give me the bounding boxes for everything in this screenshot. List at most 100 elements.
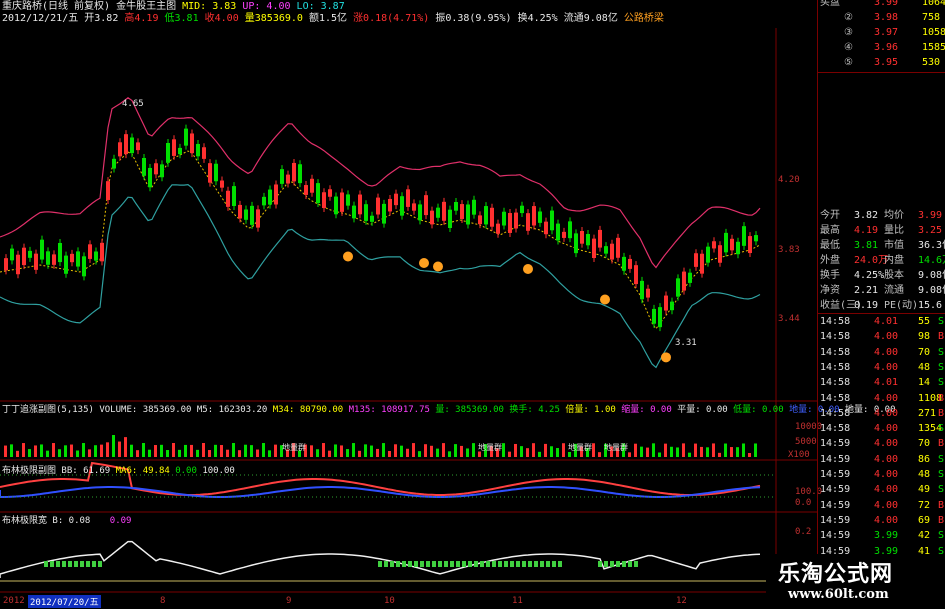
bb-panel-header: 布林极限副图 BB: 61.69 MA6: 49.84 0.00 100.00 (2, 465, 235, 477)
candle-body (100, 242, 104, 262)
tick-volume: 69 (918, 514, 931, 526)
tick-row[interactable]: 14:58 4.01 55 S (818, 314, 945, 329)
order-book-row[interactable]: ⑤ 3.95 530 (818, 55, 945, 70)
bandwidth-signal-mark (414, 561, 418, 567)
candle-body (388, 198, 392, 212)
candle-body (280, 169, 284, 184)
volume-panel-title[interactable]: 丁丁追涨副图(5,135) VOLUME: 385369.00 (2, 405, 191, 415)
volume-bar (124, 437, 127, 457)
volume-bar (64, 445, 67, 457)
tick-row[interactable]: 14:58 4.00 271 B (818, 406, 945, 421)
tick-price: 4.00 (874, 361, 899, 373)
candle-body (604, 246, 608, 254)
tick-row[interactable]: 14:59 4.00 72 B (818, 498, 945, 513)
candle-body (124, 134, 128, 155)
tick-price: 4.00 (874, 423, 899, 435)
tick-row[interactable]: 14:58 4.01 14 S (818, 375, 945, 390)
bandwidth-signal-mark (516, 561, 520, 567)
bandwidth-signal-mark (50, 561, 54, 567)
volume-low: 低量: 0.00 (733, 405, 784, 415)
volume-bar (400, 445, 403, 457)
tick-row[interactable]: 14:58 4.00 48 S (818, 360, 945, 375)
tick-volume: 14 (918, 377, 931, 389)
volume-bar (250, 445, 253, 457)
volume-bar (628, 452, 631, 457)
volume-bar (556, 448, 559, 457)
order-volume: 1585 (922, 42, 945, 53)
tick-direction: S (938, 316, 945, 327)
tick-direction: B (938, 438, 945, 450)
tick-price: 4.00 (874, 392, 899, 404)
volume-bar (724, 443, 727, 457)
bandwidth-signal-mark (74, 561, 78, 567)
tick-time: 14:59 (820, 530, 851, 542)
volume-bar (106, 442, 109, 457)
bb-panel-title[interactable]: 布林极限副图 BB: 61.69 (2, 466, 110, 476)
volume-bar (664, 443, 667, 457)
volume-bar (358, 450, 361, 457)
bandwidth-signal-mark (492, 561, 496, 567)
tick-row[interactable]: 14:59 4.00 69 B (818, 513, 945, 528)
volume-bar (388, 450, 391, 457)
tick-row[interactable]: 14:58 4.00 98 B (818, 329, 945, 344)
volume-bar (136, 450, 139, 457)
bw-panel-title[interactable]: 布林极限宽 B: 0.08 (2, 516, 90, 526)
candle-body (376, 197, 380, 215)
candle-body (454, 202, 458, 211)
tick-row[interactable]: 14:58 4.00 1354 S (818, 421, 945, 436)
candle-body (466, 204, 470, 225)
volume-bar (322, 443, 325, 457)
volume-bar (364, 444, 367, 457)
tick-row[interactable]: 14:59 4.00 48 S (818, 467, 945, 482)
candle-body (676, 278, 680, 297)
candle-body (28, 250, 32, 258)
tick-row[interactable]: 14:58 4.00 70 S (818, 345, 945, 360)
volume-bar (694, 443, 697, 457)
volume-bar (742, 443, 745, 457)
candle-body (58, 242, 62, 263)
stat-key: 量比 (884, 225, 904, 236)
bandwidth-signal-mark (98, 561, 102, 567)
candle-body (322, 192, 326, 209)
order-book-row[interactable]: ④ 3.96 1585 (818, 40, 945, 55)
tick-time: 14:58 (820, 331, 851, 343)
tick-row[interactable]: 14:59 4.00 49 S (818, 482, 945, 497)
tick-volume: 48 (918, 361, 931, 373)
candle-body (166, 143, 170, 163)
tick-direction: B (938, 407, 945, 419)
candle-body (256, 209, 260, 228)
volume-bar (460, 445, 463, 457)
order-book-row[interactable]: ② 3.98 758 (818, 10, 945, 25)
candle-body (328, 189, 332, 197)
candle-body (130, 137, 134, 154)
candle-body (586, 233, 590, 246)
volume-bar (538, 451, 541, 457)
candle-body (418, 204, 422, 221)
bw-value-2: 0.09 (109, 516, 132, 526)
stat-value: 9.08亿 (918, 270, 945, 281)
volume-bar (28, 449, 31, 457)
tick-time: 14:59 (820, 453, 851, 465)
tick-time: 14:58 (820, 407, 851, 419)
tick-volume: 49 (918, 484, 931, 496)
stat-value: 4.25% (854, 270, 885, 281)
tick-row[interactable]: 14:59 4.00 86 S (818, 452, 945, 467)
order-book-row[interactable]: ③ 3.97 1058 (818, 25, 945, 40)
tick-row[interactable]: 14:59 3.99 42 S (818, 528, 945, 543)
volume-bar (430, 445, 433, 457)
volume-bar (502, 443, 505, 457)
candle-body (616, 237, 620, 258)
price-axis-tick: 4.20 (778, 175, 800, 185)
volume-bar (700, 446, 703, 457)
tick-row[interactable]: 14:59 4.00 70 B (818, 436, 945, 451)
volume-bar (178, 449, 181, 457)
volume-bar (244, 444, 247, 457)
tick-row[interactable]: 14:58 4.00 1108 B (818, 391, 945, 406)
candle-body (646, 288, 650, 298)
volume-bar (40, 444, 43, 457)
order-book-row[interactable]: 3.99 1064 (818, 0, 945, 10)
date-axis-current[interactable]: 2012/07/20/五 (28, 595, 101, 608)
volume-bar (190, 444, 193, 457)
bandwidth-signal-mark (498, 561, 502, 567)
bandwidth-signal-mark (92, 561, 96, 567)
